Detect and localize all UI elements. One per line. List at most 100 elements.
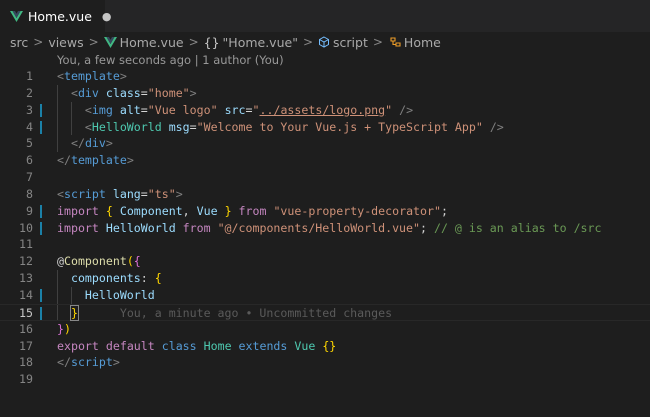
code-token: > [112, 355, 120, 370]
code-token: = [140, 102, 148, 117]
code-line[interactable]: 12 @Component({ [0, 253, 650, 270]
code-token: { [105, 203, 113, 218]
git-modified-marker[interactable] [40, 103, 42, 117]
code-line[interactable]: 16}) [0, 321, 650, 338]
code-token: } [69, 304, 79, 321]
code-token: src [224, 102, 246, 117]
code-token: template [70, 153, 127, 168]
code-text: } You, a minute ago • Uncommitted change… [57, 304, 392, 322]
code-line[interactable]: 2 <div class="home"> [0, 84, 650, 102]
code-token: from [182, 220, 211, 235]
code-token: ; [440, 203, 448, 218]
git-modified-marker[interactable] [40, 120, 42, 134]
line-number: 19 [19, 372, 33, 387]
code-line[interactable]: 10 import HelloWorld from "@/components/H… [0, 220, 650, 237]
code-line[interactable]: 6 </template> [0, 152, 650, 169]
line-number: 10 [19, 220, 33, 235]
code-token: { [154, 271, 162, 286]
code-text: </script> [57, 354, 120, 371]
code-token: ; [420, 220, 434, 235]
breadcrumb-src[interactable]: src [10, 35, 28, 50]
code-line[interactable]: 18 </script> [0, 354, 650, 371]
code-line[interactable]: 7 [0, 169, 650, 186]
code-token: , [182, 203, 197, 218]
chevron-right-icon: > [372, 35, 383, 49]
code-line[interactable]: 13 components: { [0, 270, 650, 287]
line-number: 6 [26, 153, 33, 168]
code-line[interactable]: 8 <script lang="ts"> [0, 186, 650, 203]
git-modified-marker[interactable] [40, 204, 42, 218]
code-token: default [105, 338, 155, 353]
code-token: } [57, 321, 64, 336]
chevron-right-icon: > [302, 35, 314, 49]
code-text: <img alt="Vue logo" src="../assets/logo.… [57, 102, 413, 119]
tab-label: Home.vue [28, 8, 92, 24]
code-token: "home" [147, 85, 190, 100]
git-codelens[interactable]: You, a few seconds ago | 1 author (You) [57, 53, 284, 67]
code-token: @ [57, 254, 64, 269]
breadcrumb-label: views [48, 34, 84, 50]
code-token: from [238, 203, 267, 218]
tab-home-vue[interactable]: Home.vue ● [0, 0, 112, 32]
git-modified-marker[interactable] [40, 306, 42, 320]
code-line[interactable]: 1 <template> [0, 68, 650, 85]
unsaved-dot-icon[interactable]: ● [102, 10, 112, 23]
breadcrumb-home-class[interactable]: Home [388, 35, 441, 50]
code-line[interactable]: 15 } You, a minute ago • Uncommitted cha… [0, 303, 650, 322]
code-token: > [189, 85, 197, 100]
code-line[interactable]: 3 <img alt="Vue logo" src="../assets/log… [0, 101, 650, 119]
code-line[interactable]: 4 <HelloWorld msg="Welcome to Your Vue.j… [0, 118, 650, 136]
line-number: 2 [26, 85, 33, 100]
code-line[interactable]: 19 [0, 371, 650, 388]
breadcrumb-label: src [10, 34, 29, 50]
breadcrumb: src > views > Home.vue > {} "Home.vue" >… [0, 32, 650, 52]
code-token: > [175, 186, 183, 201]
chevron-right-icon: > [188, 35, 199, 49]
code-token: < [57, 69, 64, 83]
code-token: div [84, 136, 106, 151]
breadcrumb-home-vue-module[interactable]: {} "Home.vue" [204, 35, 298, 50]
code-token: < [70, 85, 78, 100]
breadcrumb-label: Home [403, 34, 441, 50]
line-number: 5 [26, 136, 33, 151]
code-editor[interactable]: 1 <template> 2 <div class="home"> 3 <img al… [0, 68, 650, 388]
breadcrumb-script[interactable]: script [318, 35, 368, 50]
code-token: > [119, 69, 127, 83]
git-modified-marker[interactable] [40, 221, 42, 235]
code-line[interactable]: 17 export default class Home extends Vue … [0, 338, 650, 355]
code-token: < [84, 102, 92, 117]
code-token: </ [57, 153, 71, 168]
breadcrumb-home-vue[interactable]: Home.vue [103, 35, 184, 50]
code-line[interactable]: 5 </div> [0, 135, 650, 153]
git-modified-marker[interactable] [40, 288, 42, 302]
line-number: 8 [26, 186, 33, 201]
code-token: ) [63, 321, 71, 336]
code-line[interactable]: 14 HelloWorld [0, 286, 650, 304]
code-token: > [126, 153, 134, 168]
code-token: extends [238, 338, 288, 353]
cube-icon [318, 36, 330, 48]
breadcrumb-label: "Home.vue" [222, 34, 298, 50]
code-line[interactable]: 9 import { Component, Vue } from "vue-pro… [0, 203, 650, 220]
breadcrumb-label: script [333, 34, 368, 50]
code-line[interactable]: 11 [0, 236, 650, 253]
line-number: 18 [19, 355, 33, 370]
line-number: 17 [19, 338, 33, 353]
code-token: } [224, 203, 232, 218]
code-token: HelloWorld [91, 119, 162, 134]
breadcrumb-views[interactable]: views [48, 35, 83, 50]
code-token: Component [119, 203, 183, 218]
code-text: <template> [57, 68, 127, 85]
